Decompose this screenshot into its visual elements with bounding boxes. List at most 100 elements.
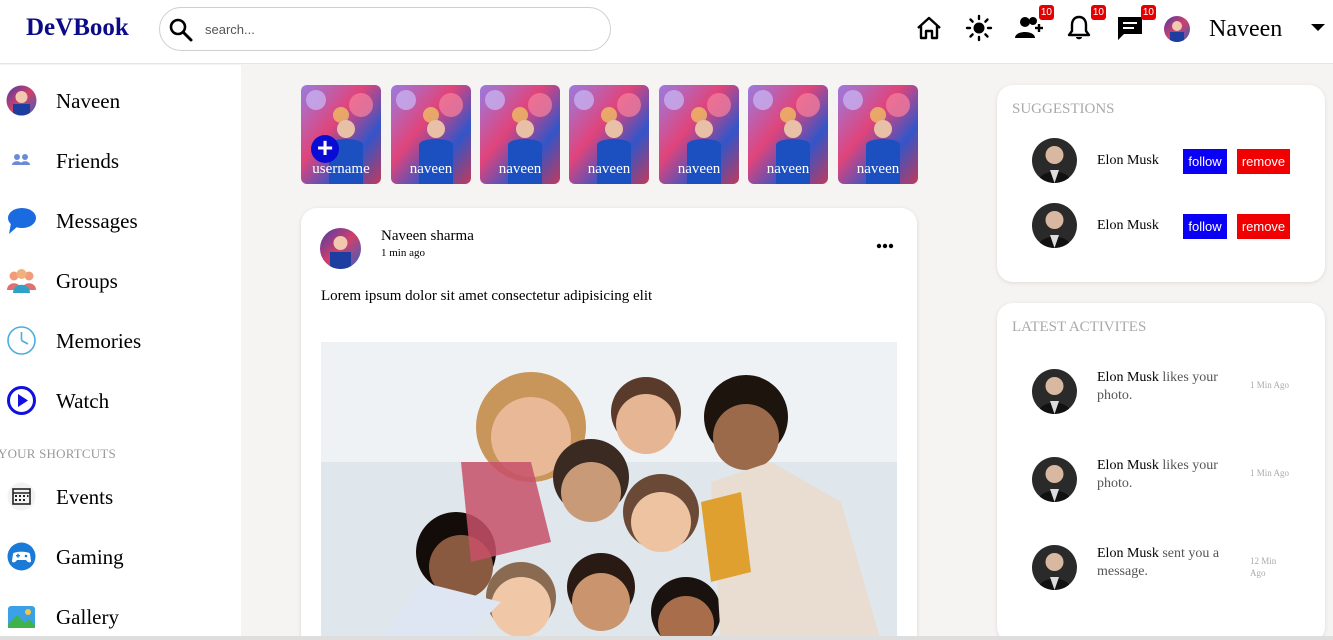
activity-avatar[interactable]	[1032, 545, 1077, 590]
post-author-avatar[interactable]	[320, 228, 361, 269]
chat-icon	[1118, 17, 1142, 40]
activity-text: Elon Musk likes your photo.	[1097, 369, 1237, 405]
theme-toggle-button[interactable]	[965, 14, 993, 42]
sidebar-item-label: Memories	[56, 329, 142, 353]
activity-text: Elon Musk sent you a message.	[1097, 545, 1237, 581]
sidebar-item-gallery[interactable]: Gallery	[6, 601, 236, 633]
story-card-add[interactable]: + username	[301, 85, 381, 184]
post-timestamp: 1 min ago	[381, 247, 425, 259]
activity-user[interactable]: Elon Musk	[1097, 546, 1159, 561]
activity-row: Elon Musk sent you a message. 12 Min Ago	[1032, 545, 1322, 595]
activity-time: 12 Min Ago	[1250, 556, 1277, 578]
story-label: naveen	[677, 161, 721, 177]
suggestion-avatar[interactable]	[1032, 203, 1077, 248]
search-icon	[169, 18, 193, 42]
calendar-icon	[7, 482, 36, 511]
friends-icon	[12, 154, 30, 165]
messages-icon	[8, 208, 36, 234]
story-label: naveen	[498, 161, 542, 177]
shortcuts-heading: YOUR SHORTCUTS	[0, 446, 116, 461]
story-card[interactable]: naveen	[659, 85, 739, 184]
activity-user[interactable]: Elon Musk	[1097, 370, 1159, 385]
sidebar-item-profile[interactable]: Naveen	[6, 85, 236, 117]
sidebar-item-label: Watch	[56, 389, 110, 413]
sidebar-item-gaming[interactable]: Gaming	[6, 541, 236, 573]
suggestion-name[interactable]: Elon Musk	[1097, 218, 1159, 234]
user-name[interactable]: Naveen	[1209, 16, 1282, 43]
sidebar-item-groups[interactable]: Groups	[6, 265, 236, 297]
activity-avatar[interactable]	[1032, 457, 1077, 502]
story-card[interactable]: naveen	[391, 85, 471, 184]
sidebar-item-label: Events	[56, 485, 114, 509]
latest-activities-card: LATEST ACTIVITES Elon Musk likes your ph…	[997, 303, 1325, 640]
story-card[interactable]: naveen	[838, 85, 918, 184]
post-text: Lorem ipsum dolor sit amet consectetur a…	[321, 288, 653, 304]
post-card: Naveen sharma 1 min ago Lorem ipsum dolo…	[301, 208, 917, 640]
home-icon	[917, 16, 941, 40]
story-card[interactable]: naveen	[480, 85, 560, 184]
more-options-icon[interactable]	[875, 241, 895, 251]
sidebar-item-events[interactable]: Events	[6, 481, 236, 513]
bell-icon	[1067, 15, 1091, 40]
activity-avatar[interactable]	[1032, 369, 1077, 414]
activity-user[interactable]: Elon Musk	[1097, 458, 1159, 473]
horizontal-scrollbar[interactable]	[0, 636, 1333, 640]
suggestions-card: SUGGESTIONS Elon Musk follow remove Elon…	[997, 85, 1325, 282]
sidebar-item-messages[interactable]: Messages	[6, 205, 236, 237]
sidebar-item-memories[interactable]: Memories	[6, 325, 236, 357]
search-box[interactable]	[159, 7, 611, 51]
activity-row: Elon Musk likes your photo. 1 Min Ago	[1032, 457, 1322, 507]
sidebar-item-label: Friends	[56, 149, 119, 173]
top-bar: DeVBook search... 10 10 10 Naveen	[0, 0, 1333, 64]
story-label: naveen	[766, 161, 810, 177]
activity-time: 1 Min Ago	[1250, 468, 1290, 478]
activity-time: 1 Min Ago	[1250, 380, 1290, 390]
sidebar-item-label: Gallery	[56, 605, 119, 629]
add-story-icon[interactable]: +	[311, 134, 339, 163]
profile-avatar-icon	[6, 85, 37, 116]
remove-button[interactable]: remove	[1237, 214, 1290, 239]
gallery-icon	[8, 606, 35, 628]
gamepad-icon	[7, 542, 36, 571]
sidebar-item-label: Groups	[56, 269, 118, 293]
notifications-button[interactable]: 10	[1066, 5, 1106, 42]
sun-icon	[965, 14, 993, 42]
story-label: username	[312, 161, 370, 177]
post-image[interactable]	[321, 342, 897, 640]
post-author-name[interactable]: Naveen sharma	[381, 228, 474, 245]
user-avatar[interactable]	[1164, 16, 1190, 42]
remove-button[interactable]: remove	[1237, 149, 1290, 174]
suggestion-avatar[interactable]	[1032, 138, 1077, 183]
follow-button[interactable]: follow	[1183, 214, 1227, 239]
sidebar-item-label: Messages	[56, 209, 138, 233]
suggestions-title: SUGGESTIONS	[1012, 101, 1115, 117]
search-input[interactable]	[205, 18, 585, 40]
activity-row: Elon Musk likes your photo. 1 Min Ago	[1032, 369, 1322, 419]
sidebar-item-watch[interactable]: Watch	[6, 385, 236, 417]
notifications-badge: 10	[1090, 5, 1106, 20]
friend-requests-badge: 10	[1038, 5, 1054, 20]
messages-button[interactable]: 10	[1116, 5, 1156, 42]
story-label: naveen	[587, 161, 631, 177]
story-card[interactable]: naveen	[569, 85, 649, 184]
activities-title: LATEST ACTIVITES	[1012, 319, 1147, 335]
play-icon	[7, 386, 36, 415]
story-label: naveen	[856, 161, 900, 177]
messages-badge: 10	[1140, 5, 1156, 20]
clock-icon	[7, 326, 36, 355]
suggestion-name[interactable]: Elon Musk	[1097, 153, 1159, 169]
chevron-down-icon[interactable]	[1311, 24, 1325, 31]
suggestion-row: Elon Musk follow remove	[1032, 138, 1322, 184]
follow-button[interactable]: follow	[1183, 149, 1227, 174]
story-label: naveen	[409, 161, 453, 177]
groups-icon	[7, 269, 36, 293]
story-card[interactable]: naveen	[748, 85, 828, 184]
sidebar-item-label: Gaming	[56, 545, 124, 569]
app-logo[interactable]: DeVBook	[26, 14, 129, 42]
sidebar-item-label: Naveen	[56, 89, 121, 113]
home-button[interactable]	[915, 14, 943, 42]
left-sidebar: Naveen Friends Messages Groups Memories …	[0, 65, 241, 640]
friend-requests-button[interactable]: 10	[1014, 5, 1054, 42]
suggestion-row: Elon Musk follow remove	[1032, 203, 1322, 249]
sidebar-item-friends[interactable]: Friends	[6, 145, 236, 177]
